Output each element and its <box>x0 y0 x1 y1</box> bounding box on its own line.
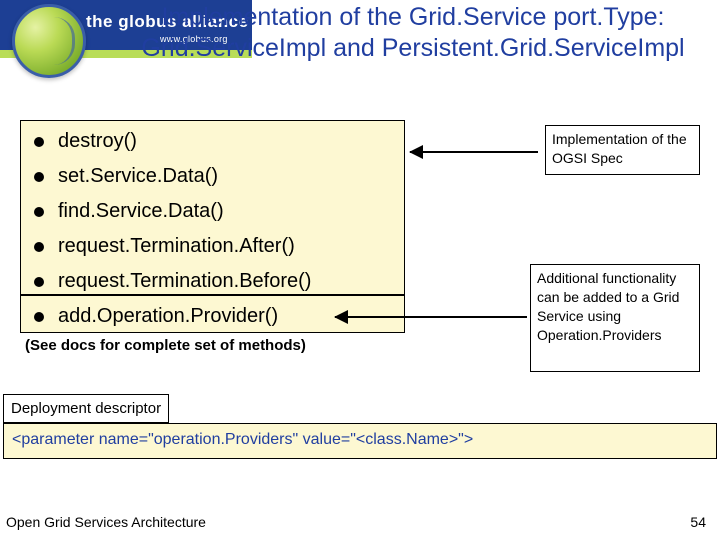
page-number: 54 <box>690 514 706 530</box>
list-item: set.Service.Data() <box>34 159 414 194</box>
bullet-icon <box>34 207 44 217</box>
list-item: request.Termination.Before() <box>34 264 414 299</box>
parameter-snippet: <parameter name="operation.Providers" va… <box>3 423 717 459</box>
bullet-icon <box>34 277 44 287</box>
arrow-icon <box>410 151 538 153</box>
bullet-icon <box>34 137 44 147</box>
list-item: destroy() <box>34 124 414 159</box>
list-item: request.Termination.After() <box>34 229 414 264</box>
callout-ogsi-spec: Implementation of the OGSI Spec <box>545 125 700 175</box>
bullet-icon <box>34 312 44 322</box>
methods-list: destroy() set.Service.Data() find.Servic… <box>34 124 414 334</box>
bullet-icon <box>34 172 44 182</box>
method-name: request.Termination.After() <box>58 235 295 258</box>
arrow-icon <box>335 316 527 318</box>
methods-footnote: (See docs for complete set of methods) <box>25 337 306 354</box>
bullet-icon <box>34 242 44 252</box>
method-name: add.Operation.Provider() <box>58 305 278 328</box>
slide-title: Implementation of the Grid.Service port.… <box>118 2 708 63</box>
footer-text: Open Grid Services Architecture <box>6 514 206 530</box>
globus-logo-icon <box>12 4 86 78</box>
method-name: set.Service.Data() <box>58 165 218 188</box>
method-name: destroy() <box>58 130 137 153</box>
method-name: request.Termination.Before() <box>58 270 311 293</box>
list-item: find.Service.Data() <box>34 194 414 229</box>
deployment-descriptor-label: Deployment descriptor <box>3 394 169 423</box>
callout-operation-providers: Additional functionality can be added to… <box>530 264 700 372</box>
method-name: find.Service.Data() <box>58 200 224 223</box>
